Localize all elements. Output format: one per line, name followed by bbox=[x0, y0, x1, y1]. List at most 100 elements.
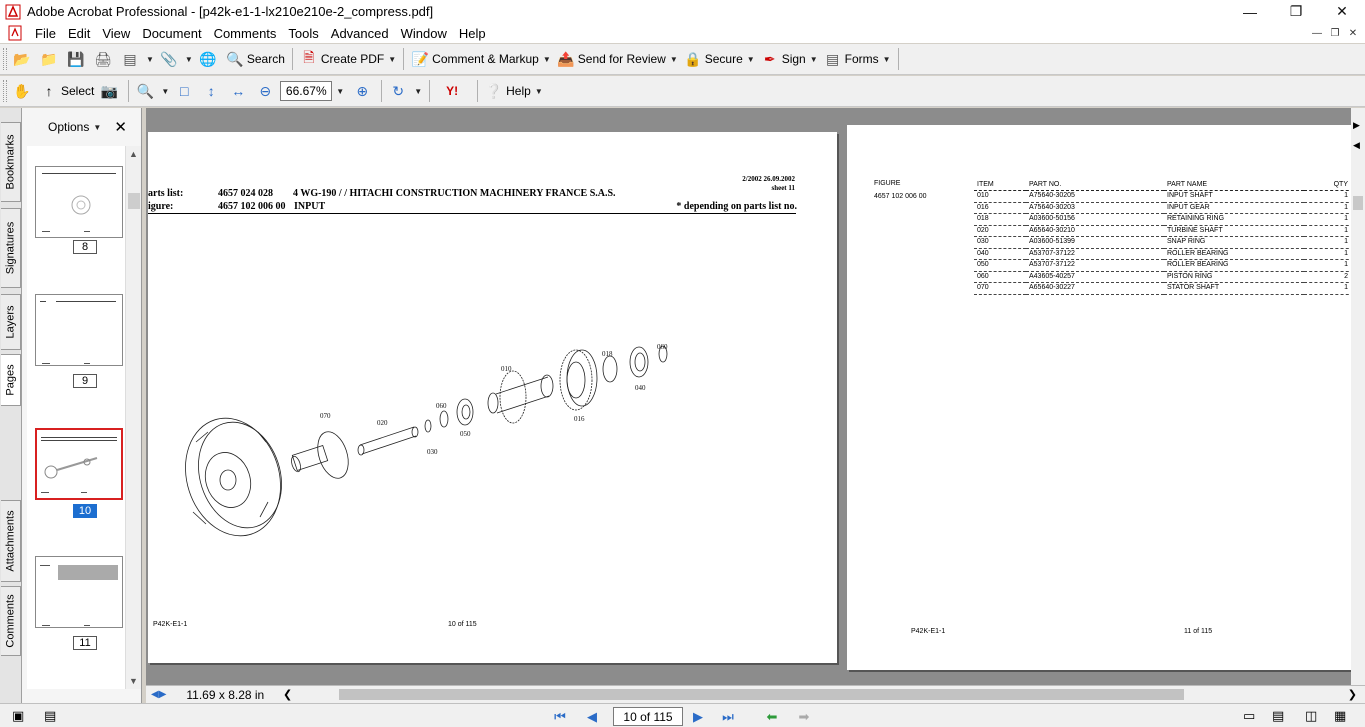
page-label-9[interactable]: 9 bbox=[73, 374, 97, 388]
doc-minimize-button[interactable]: — bbox=[1309, 25, 1325, 41]
tab-signatures[interactable]: Signatures bbox=[1, 208, 21, 288]
pdf-document-icon[interactable] bbox=[7, 25, 23, 41]
previous-page-button[interactable]: ◀ bbox=[582, 707, 602, 726]
forms-button[interactable]: ▤ Forms ▼ bbox=[821, 47, 894, 71]
next-page-button[interactable]: ▶ bbox=[688, 707, 708, 726]
tab-comments[interactable]: Comments bbox=[1, 586, 21, 656]
search-button[interactable]: 🔍 Search bbox=[223, 47, 288, 71]
search-label: Search bbox=[246, 52, 285, 66]
tab-layers[interactable]: Layers bbox=[1, 294, 21, 350]
horizontal-scrollbar-thumb[interactable] bbox=[339, 689, 1184, 700]
fit-page-button[interactable]: ↕ bbox=[199, 79, 226, 103]
rotate-view-button[interactable]: ↻ ▼ bbox=[386, 79, 425, 103]
menu-edit[interactable]: Edit bbox=[62, 26, 96, 41]
floppy-disk-icon: 💾 bbox=[67, 50, 85, 67]
actual-size-button[interactable]: □ bbox=[172, 79, 199, 103]
save-button[interactable]: 💾 bbox=[64, 47, 91, 71]
single-page-view-icon[interactable]: ▣ bbox=[12, 708, 24, 724]
callout-016: 016 bbox=[574, 415, 585, 423]
tab-attachments[interactable]: Attachments bbox=[1, 500, 21, 582]
page-number-input[interactable]: 10 of 115 bbox=[613, 707, 683, 726]
scroll-left-icon[interactable]: ❮ bbox=[283, 688, 292, 701]
document-vertical-scrollbar[interactable]: ▶ ◀ bbox=[1351, 108, 1365, 685]
scroll-up-icon[interactable]: ▲ bbox=[129, 149, 138, 159]
tab-bookmarks[interactable]: Bookmarks bbox=[1, 122, 21, 202]
scroll-down-icon[interactable]: ▼ bbox=[129, 676, 138, 686]
send-review-button[interactable]: 📤 Send for Review ▼ bbox=[554, 47, 681, 71]
next-view-button[interactable]: ➡ bbox=[794, 707, 814, 726]
sign-button[interactable]: ✒ Sign ▼ bbox=[758, 47, 821, 71]
table-row: 018 A03600-50156 RETAINING RING 1 bbox=[974, 213, 1352, 226]
page-label-10[interactable]: 10 bbox=[73, 504, 97, 518]
page-thumbnail-11[interactable] bbox=[35, 556, 123, 628]
attach-button[interactable]: 📎 ▼ bbox=[157, 47, 196, 71]
cell-qty: 2 bbox=[1304, 271, 1352, 283]
create-pdf-button[interactable]: 🗎 Create PDF ▼ bbox=[297, 47, 399, 71]
page-size-label: 11.69 x 8.28 in bbox=[186, 687, 265, 702]
select-tool-button[interactable]: ↑ Select bbox=[37, 79, 97, 103]
cell-part-name: PISTON RING bbox=[1164, 271, 1304, 283]
zoom-level-input[interactable]: 66.67% bbox=[280, 81, 333, 101]
menu-view[interactable]: View bbox=[96, 26, 136, 41]
close-button[interactable]: ✕ bbox=[1319, 0, 1365, 23]
paperclip-icon: 📎 bbox=[160, 50, 178, 67]
split-view-icon[interactable]: ◀▶ bbox=[151, 689, 166, 700]
print-button[interactable]: 🖨 bbox=[91, 47, 118, 71]
first-page-button[interactable]: ⏮ bbox=[550, 707, 570, 726]
page-label-8[interactable]: 8 bbox=[73, 240, 97, 254]
hand-tool-button[interactable]: ✋ bbox=[10, 79, 37, 103]
yahoo-button[interactable]: Y! bbox=[434, 79, 473, 103]
last-page-button[interactable]: ⏭ bbox=[718, 707, 738, 726]
toolbar-grip[interactable] bbox=[3, 80, 7, 102]
options-menu[interactable]: Options bbox=[48, 120, 89, 134]
snapshot-button[interactable]: 📷 bbox=[97, 79, 124, 103]
menu-advanced[interactable]: Advanced bbox=[325, 26, 395, 41]
secure-button[interactable]: 🔒 Secure ▼ bbox=[681, 47, 758, 71]
menu-comments[interactable]: Comments bbox=[208, 26, 283, 41]
page-setup-button[interactable]: ▤ ▼ bbox=[118, 47, 157, 71]
email-button[interactable]: 🌐 bbox=[196, 47, 223, 71]
minimize-button[interactable]: — bbox=[1227, 0, 1273, 23]
organizer-button[interactable]: 📁 bbox=[37, 47, 64, 71]
zoom-tool-button[interactable]: 🔍 ▼ bbox=[133, 79, 172, 103]
help-button[interactable]: ❔ Help ▼ bbox=[482, 79, 546, 103]
facing-layout-icon[interactable]: ◫ bbox=[1305, 708, 1317, 724]
panel-close-icon[interactable]: ✕ bbox=[114, 118, 127, 136]
scroll-right-page-icon[interactable]: ▶ bbox=[1353, 120, 1360, 131]
cell-part-name: INPUT GEAR bbox=[1164, 202, 1304, 214]
binoculars-icon: 🔍 bbox=[226, 50, 244, 67]
page-thumbnail-8[interactable] bbox=[35, 166, 123, 238]
toolbar-grip[interactable] bbox=[3, 48, 7, 70]
scroll-left-page-icon[interactable]: ◀ bbox=[1353, 140, 1360, 151]
page-thumbnail-9[interactable] bbox=[35, 294, 123, 366]
scroll-right-icon[interactable]: ❯ bbox=[1348, 688, 1357, 701]
open-button[interactable]: 📂 bbox=[10, 47, 37, 71]
zoom-out-button[interactable]: ⊖ bbox=[253, 79, 280, 103]
previous-view-button[interactable]: ⬅ bbox=[762, 707, 782, 726]
menu-window[interactable]: Window bbox=[395, 26, 453, 41]
table-row: 050 A53707-37122 ROLLER BEARING 1 bbox=[974, 259, 1352, 272]
single-page-layout-icon[interactable]: ▭ bbox=[1243, 708, 1255, 724]
page-thumbnail-10[interactable] bbox=[35, 428, 123, 500]
doc-restore-button[interactable]: ❐ bbox=[1327, 25, 1343, 41]
zoom-in-button[interactable]: ⊕ bbox=[350, 79, 377, 103]
menu-file[interactable]: File bbox=[29, 26, 62, 41]
menu-help[interactable]: Help bbox=[453, 26, 492, 41]
thumbnail-scrollbar[interactable]: ▲ ▼ bbox=[125, 146, 141, 689]
comment-markup-button[interactable]: 📝 Comment & Markup ▼ bbox=[408, 47, 554, 71]
collapse-panel-icon[interactable]: ▤ bbox=[44, 708, 56, 724]
options-dropdown-icon[interactable]: ▼ bbox=[93, 123, 101, 132]
page-label-11[interactable]: 11 bbox=[73, 636, 97, 650]
scrollbar-thumb[interactable] bbox=[1353, 196, 1363, 210]
restore-button[interactable]: ❐ bbox=[1273, 0, 1319, 23]
fit-width-button[interactable]: ↔ bbox=[226, 79, 253, 103]
doc-close-button[interactable]: ✕ bbox=[1345, 25, 1361, 41]
continuous-layout-icon[interactable]: ▤ bbox=[1272, 708, 1284, 724]
scrollbar-thumb[interactable] bbox=[128, 193, 140, 209]
tab-pages[interactable]: Pages bbox=[1, 354, 21, 406]
document-view[interactable]: 2/2002 26.09.2002 sheet 11 arts list: 46… bbox=[146, 108, 1352, 685]
continuous-facing-layout-icon[interactable]: ▦ bbox=[1334, 708, 1346, 724]
zoom-dropdown-icon[interactable]: ▼ bbox=[336, 87, 344, 96]
menu-document[interactable]: Document bbox=[136, 26, 207, 41]
menu-tools[interactable]: Tools bbox=[282, 26, 324, 41]
